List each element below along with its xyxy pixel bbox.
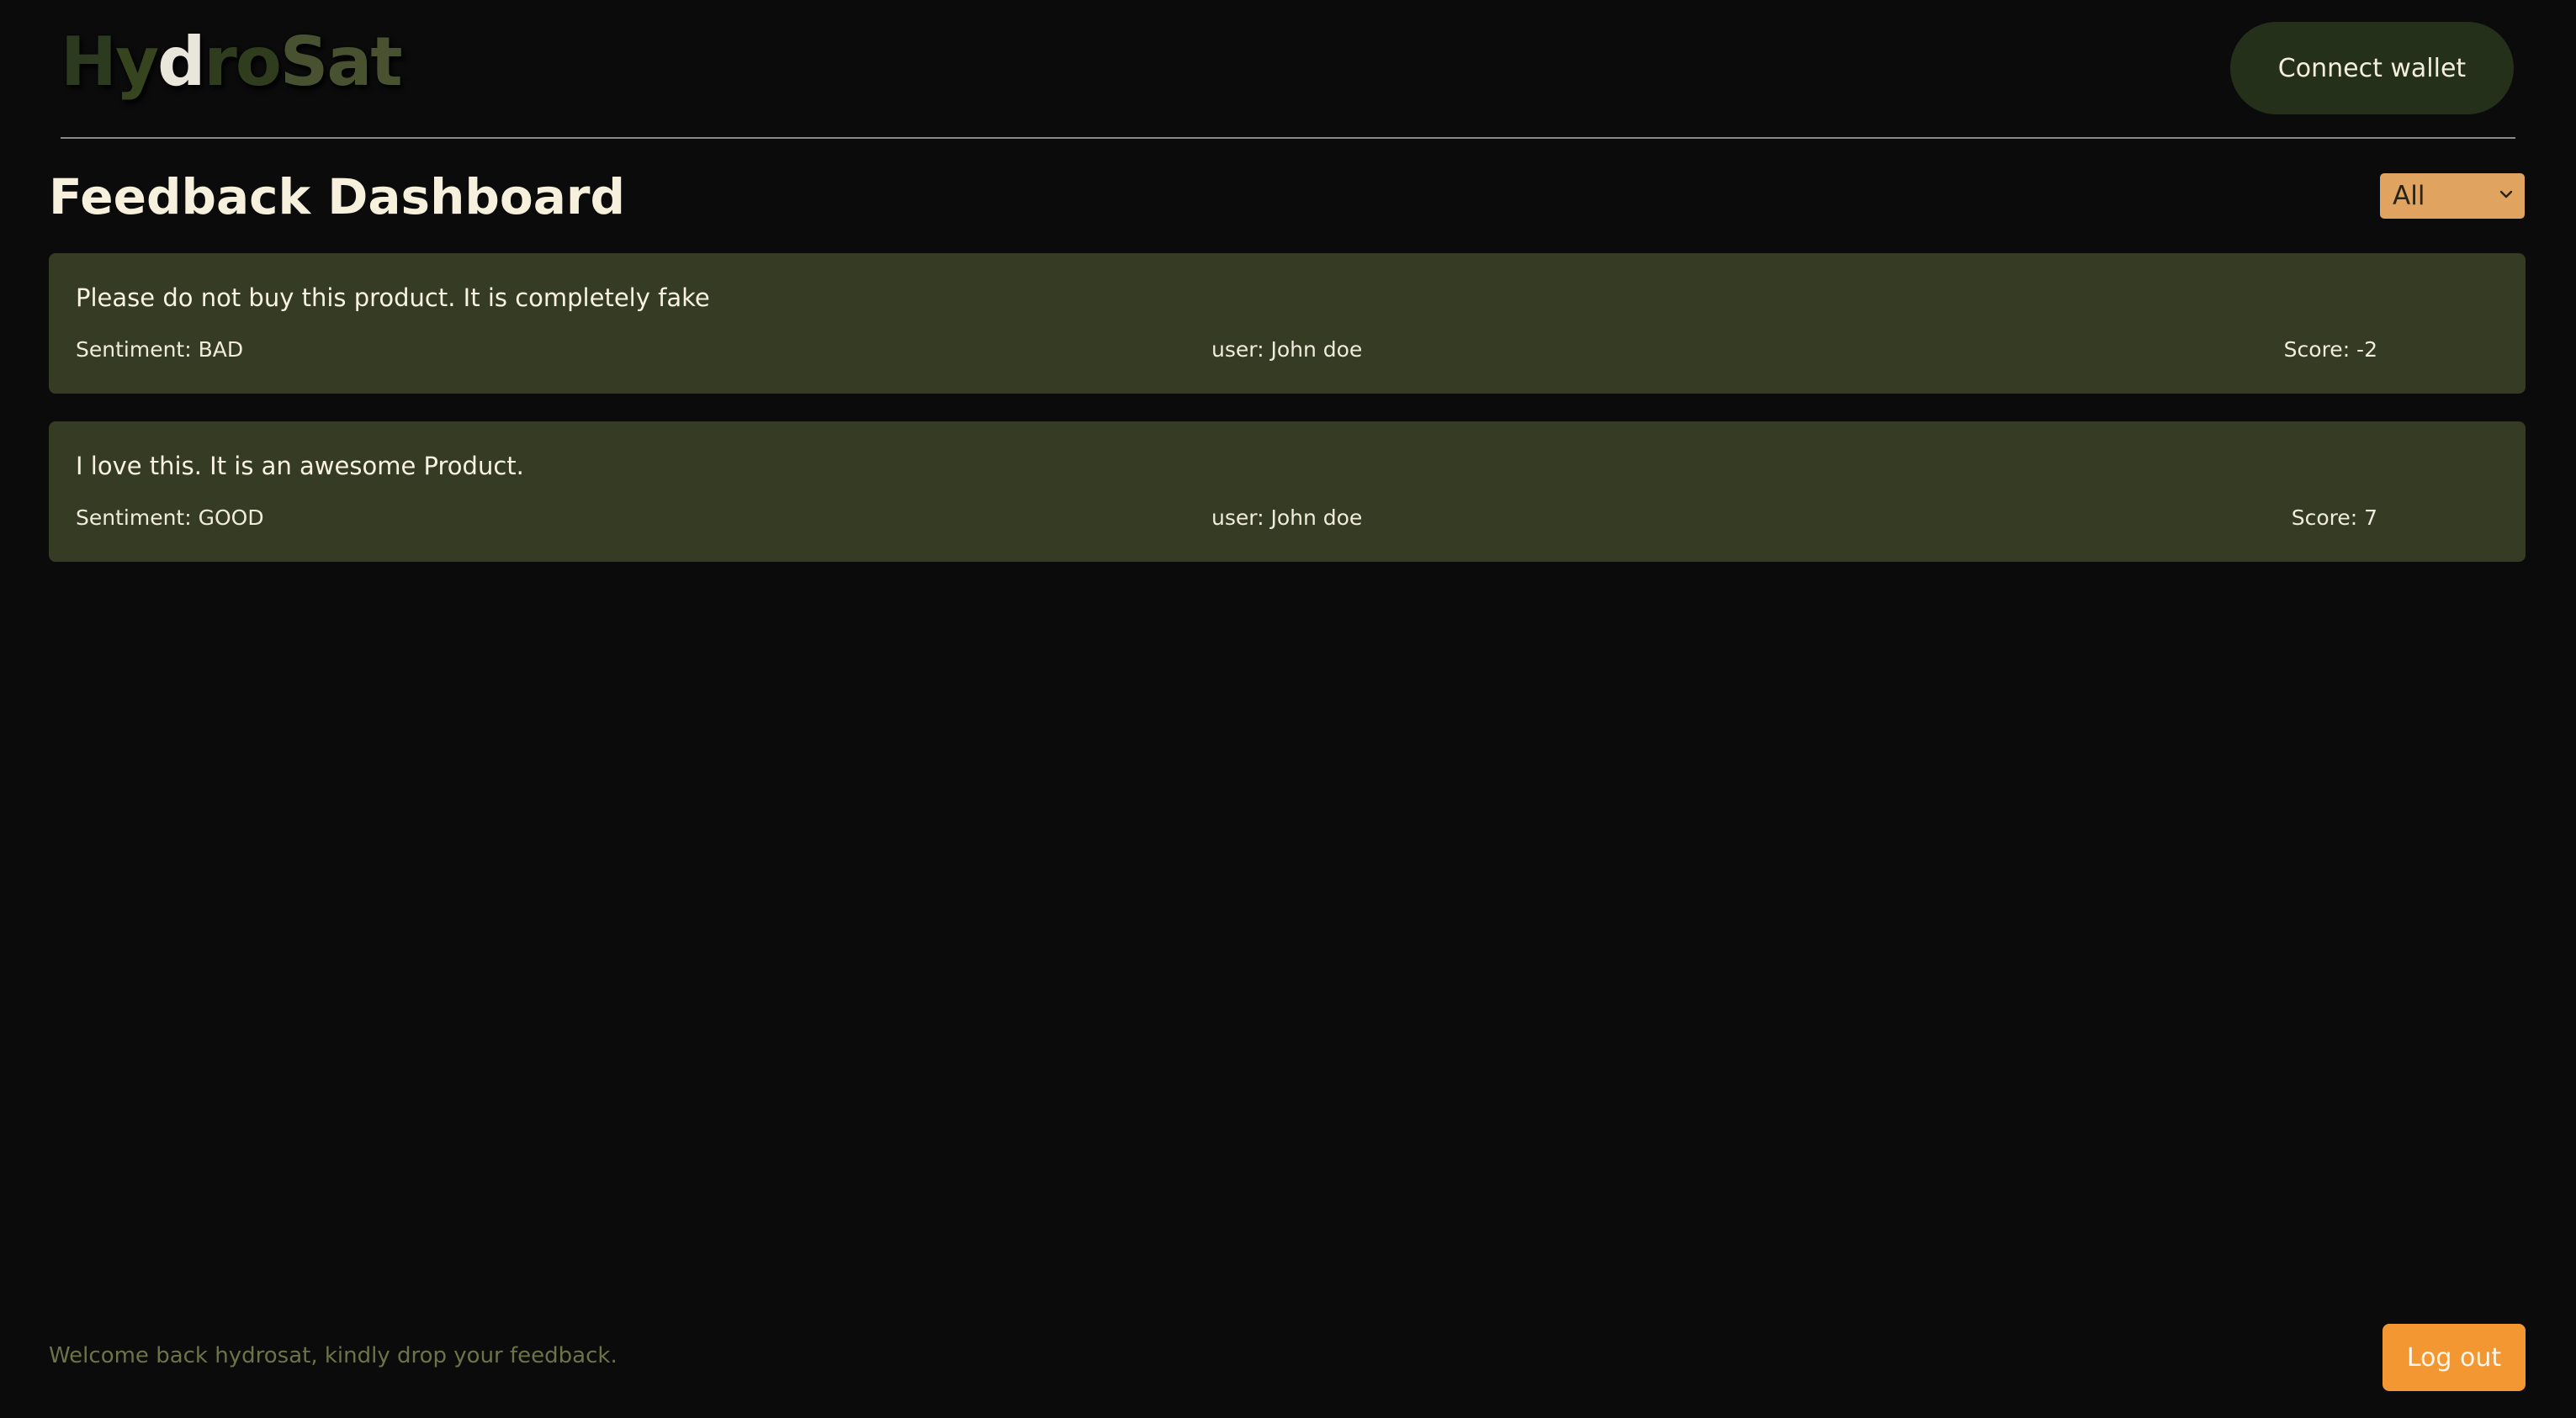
feedback-sentiment: Sentiment: GOOD: [76, 505, 264, 530]
logo-letter: y: [114, 23, 159, 101]
feedback-dashboard-page: HydroSat Connect wallet Feedback Dashboa…: [0, 0, 2576, 1418]
top-header: HydroSat Connect wallet: [0, 0, 2576, 140]
connect-wallet-button[interactable]: Connect wallet: [2230, 22, 2514, 114]
feedback-score: Score: -2: [2283, 337, 2377, 362]
logo-letter: a: [326, 23, 372, 101]
hydrosat-logo[interactable]: HydroSat: [61, 23, 403, 101]
logo-letter: r: [204, 23, 236, 101]
header-divider: [61, 137, 2515, 139]
feedback-card: I love this. It is an awesome Product. S…: [49, 421, 2526, 562]
logo-letter: S: [279, 23, 329, 101]
feedback-score: Score: 7: [2291, 505, 2377, 530]
feedback-sentiment: Sentiment: BAD: [76, 337, 244, 362]
feedback-list: Please do not buy this product. It is co…: [49, 253, 2526, 590]
logo-letter: d: [157, 23, 205, 101]
page-title: Feedback Dashboard: [49, 168, 625, 225]
feedback-message: Please do not buy this product. It is co…: [76, 283, 710, 312]
sentiment-filter-select[interactable]: All: [2380, 173, 2525, 219]
feedback-message: I love this. It is an awesome Product.: [76, 452, 524, 480]
logo-letter: o: [235, 23, 282, 101]
logo-letter: H: [61, 23, 117, 101]
feedback-user: user: John doe: [1211, 337, 1363, 362]
logo-letter: t: [370, 23, 402, 101]
feedback-user: user: John doe: [1211, 505, 1363, 530]
feedback-card: Please do not buy this product. It is co…: [49, 253, 2526, 394]
filter-selected-value: All: [2393, 181, 2425, 211]
welcome-message: Welcome back hydrosat, kindly drop your …: [49, 1343, 617, 1368]
logout-button[interactable]: Log out: [2383, 1324, 2526, 1391]
chevron-down-icon: [2499, 190, 2513, 198]
